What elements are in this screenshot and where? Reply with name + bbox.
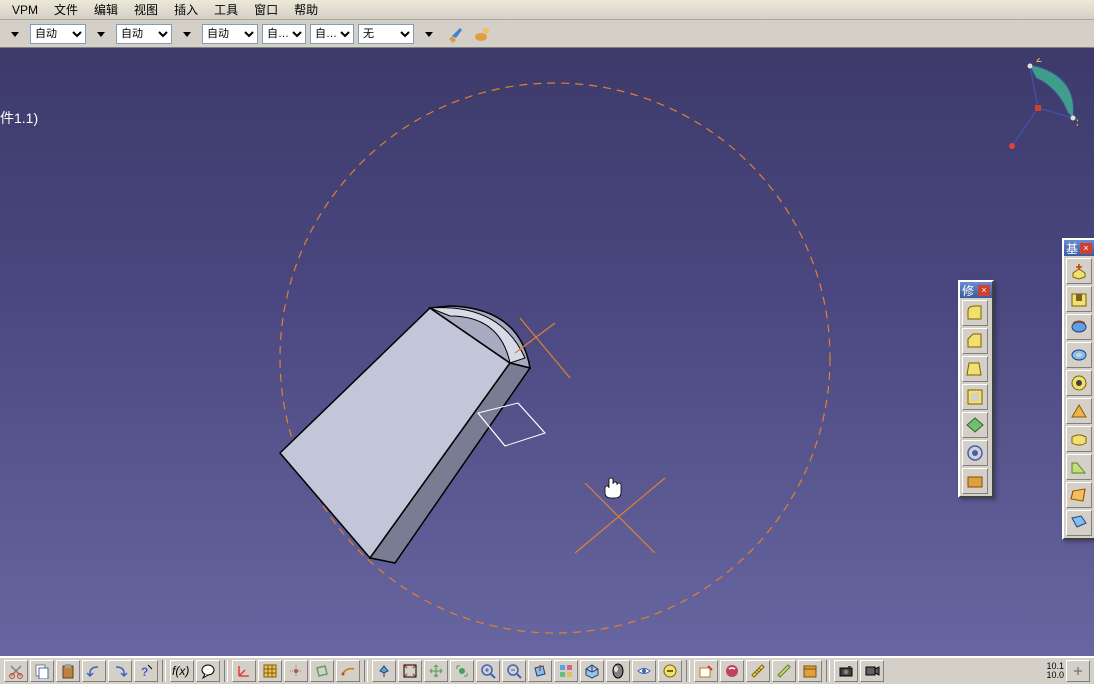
- fly-icon[interactable]: [372, 660, 396, 682]
- toolbar-dress-up[interactable]: 修 ×: [958, 280, 994, 498]
- chamfer-tool[interactable]: [962, 328, 988, 354]
- hand-cursor-icon: [605, 478, 621, 498]
- draft-tool[interactable]: [962, 356, 988, 382]
- hide-show-icon[interactable]: [632, 660, 656, 682]
- shaft-tool[interactable]: [1066, 314, 1092, 340]
- coordinates-display: 10.1 10.0: [1046, 662, 1064, 680]
- undo-icon[interactable]: [82, 660, 106, 682]
- select-none[interactable]: 无: [358, 24, 414, 44]
- redo-icon[interactable]: [108, 660, 132, 682]
- slot-tool[interactable]: [1066, 426, 1092, 452]
- measure-item-icon[interactable]: [772, 660, 796, 682]
- menu-bar: VPM 文件 编辑 视图 插入 工具 窗口 帮助: [0, 0, 1094, 20]
- shading-icon[interactable]: [606, 660, 630, 682]
- dropdown-arrow-icon[interactable]: [176, 23, 198, 45]
- menu-insert[interactable]: 插入: [166, 0, 206, 20]
- dropdown-arrow-icon[interactable]: [90, 23, 112, 45]
- close-icon[interactable]: ×: [978, 285, 990, 296]
- property-bar: 自动 自动 自动 自… 自… 无: [0, 20, 1094, 48]
- rib-tool[interactable]: [1066, 398, 1092, 424]
- axis-x-label: x: [1076, 115, 1078, 129]
- hole-tool[interactable]: [1066, 370, 1092, 396]
- toolbar-title-text: 修: [962, 282, 974, 299]
- remove-face-tool[interactable]: [962, 468, 988, 494]
- menu-tools[interactable]: 工具: [206, 0, 246, 20]
- paste-icon[interactable]: [56, 660, 80, 682]
- stiffener-tool[interactable]: [1066, 454, 1092, 480]
- menu-window[interactable]: 窗口: [246, 0, 286, 20]
- catalog-icon[interactable]: [798, 660, 822, 682]
- boundary-circle: [280, 83, 830, 633]
- brush-icon[interactable]: [444, 23, 466, 45]
- pocket-tool[interactable]: [1066, 286, 1092, 312]
- paint-pot-icon[interactable]: [470, 23, 492, 45]
- balloon-icon[interactable]: [196, 660, 220, 682]
- 3d-viewport[interactable]: 件1.1): [0, 48, 1094, 656]
- menu-help[interactable]: 帮助: [286, 0, 326, 20]
- camera-icon[interactable]: [834, 660, 858, 682]
- wireframe-icon[interactable]: [336, 660, 360, 682]
- menu-edit[interactable]: 编辑: [86, 0, 126, 20]
- zoom-in-icon[interactable]: [476, 660, 500, 682]
- toolbar-title-text: 基: [1066, 240, 1078, 257]
- fillet-tool[interactable]: [962, 300, 988, 326]
- toolbar-sketch-based[interactable]: 基 ×: [1062, 238, 1094, 540]
- sketcher-icon[interactable]: [694, 660, 718, 682]
- groove-tool[interactable]: [1066, 342, 1092, 368]
- multi-sections-tool[interactable]: [1066, 482, 1092, 508]
- normal-view-icon[interactable]: [528, 660, 552, 682]
- removed-multi-tool[interactable]: [1066, 510, 1092, 536]
- point-icon[interactable]: [284, 660, 308, 682]
- multi-view-icon[interactable]: [554, 660, 578, 682]
- shell-tool[interactable]: [962, 384, 988, 410]
- dropdown-arrow-icon[interactable]: [4, 23, 26, 45]
- rotate-icon[interactable]: [450, 660, 474, 682]
- toolbar-title[interactable]: 修 ×: [960, 282, 992, 298]
- grid-icon[interactable]: [258, 660, 282, 682]
- menu-file[interactable]: 文件: [46, 0, 86, 20]
- thread-tool[interactable]: [962, 440, 988, 466]
- pan-icon[interactable]: [424, 660, 448, 682]
- select-auto-4[interactable]: 自…: [262, 24, 306, 44]
- cut-icon[interactable]: [4, 660, 28, 682]
- help-icon[interactable]: ?: [134, 660, 158, 682]
- apply-material-icon[interactable]: [720, 660, 744, 682]
- swap-space-icon[interactable]: [658, 660, 682, 682]
- menu-vpm[interactable]: VPM: [4, 1, 46, 19]
- copy-icon[interactable]: [30, 660, 54, 682]
- menu-view[interactable]: 视图: [126, 0, 166, 20]
- select-auto-5[interactable]: 自…: [310, 24, 354, 44]
- zoom-out-icon[interactable]: [502, 660, 526, 682]
- measure-between-icon[interactable]: [746, 660, 770, 682]
- formula-icon[interactable]: f(x): [170, 660, 194, 682]
- close-icon[interactable]: ×: [1080, 243, 1092, 254]
- bottom-toolbar: ? f(x) 10.1 10.0: [0, 656, 1094, 684]
- thickness-tool[interactable]: [962, 412, 988, 438]
- axis-icon[interactable]: [232, 660, 256, 682]
- plane-icon[interactable]: [310, 660, 334, 682]
- svg-text:f(x): f(x): [172, 664, 189, 678]
- select-auto-1[interactable]: 自动: [30, 24, 86, 44]
- fit-all-icon[interactable]: [398, 660, 422, 682]
- solid-body[interactable]: [280, 306, 530, 563]
- svg-text:?: ?: [141, 665, 148, 679]
- axis-z-label: z: [1036, 58, 1042, 65]
- toolbar-title[interactable]: 基 ×: [1064, 240, 1094, 256]
- expand-icon[interactable]: [1066, 660, 1090, 682]
- iso-view-icon[interactable]: [580, 660, 604, 682]
- view-compass[interactable]: z x: [998, 58, 1078, 158]
- select-auto-3[interactable]: 自动: [202, 24, 258, 44]
- pad-tool[interactable]: [1066, 258, 1092, 284]
- dropdown-arrow-icon[interactable]: [418, 23, 440, 45]
- video-icon[interactable]: [860, 660, 884, 682]
- select-auto-2[interactable]: 自动: [116, 24, 172, 44]
